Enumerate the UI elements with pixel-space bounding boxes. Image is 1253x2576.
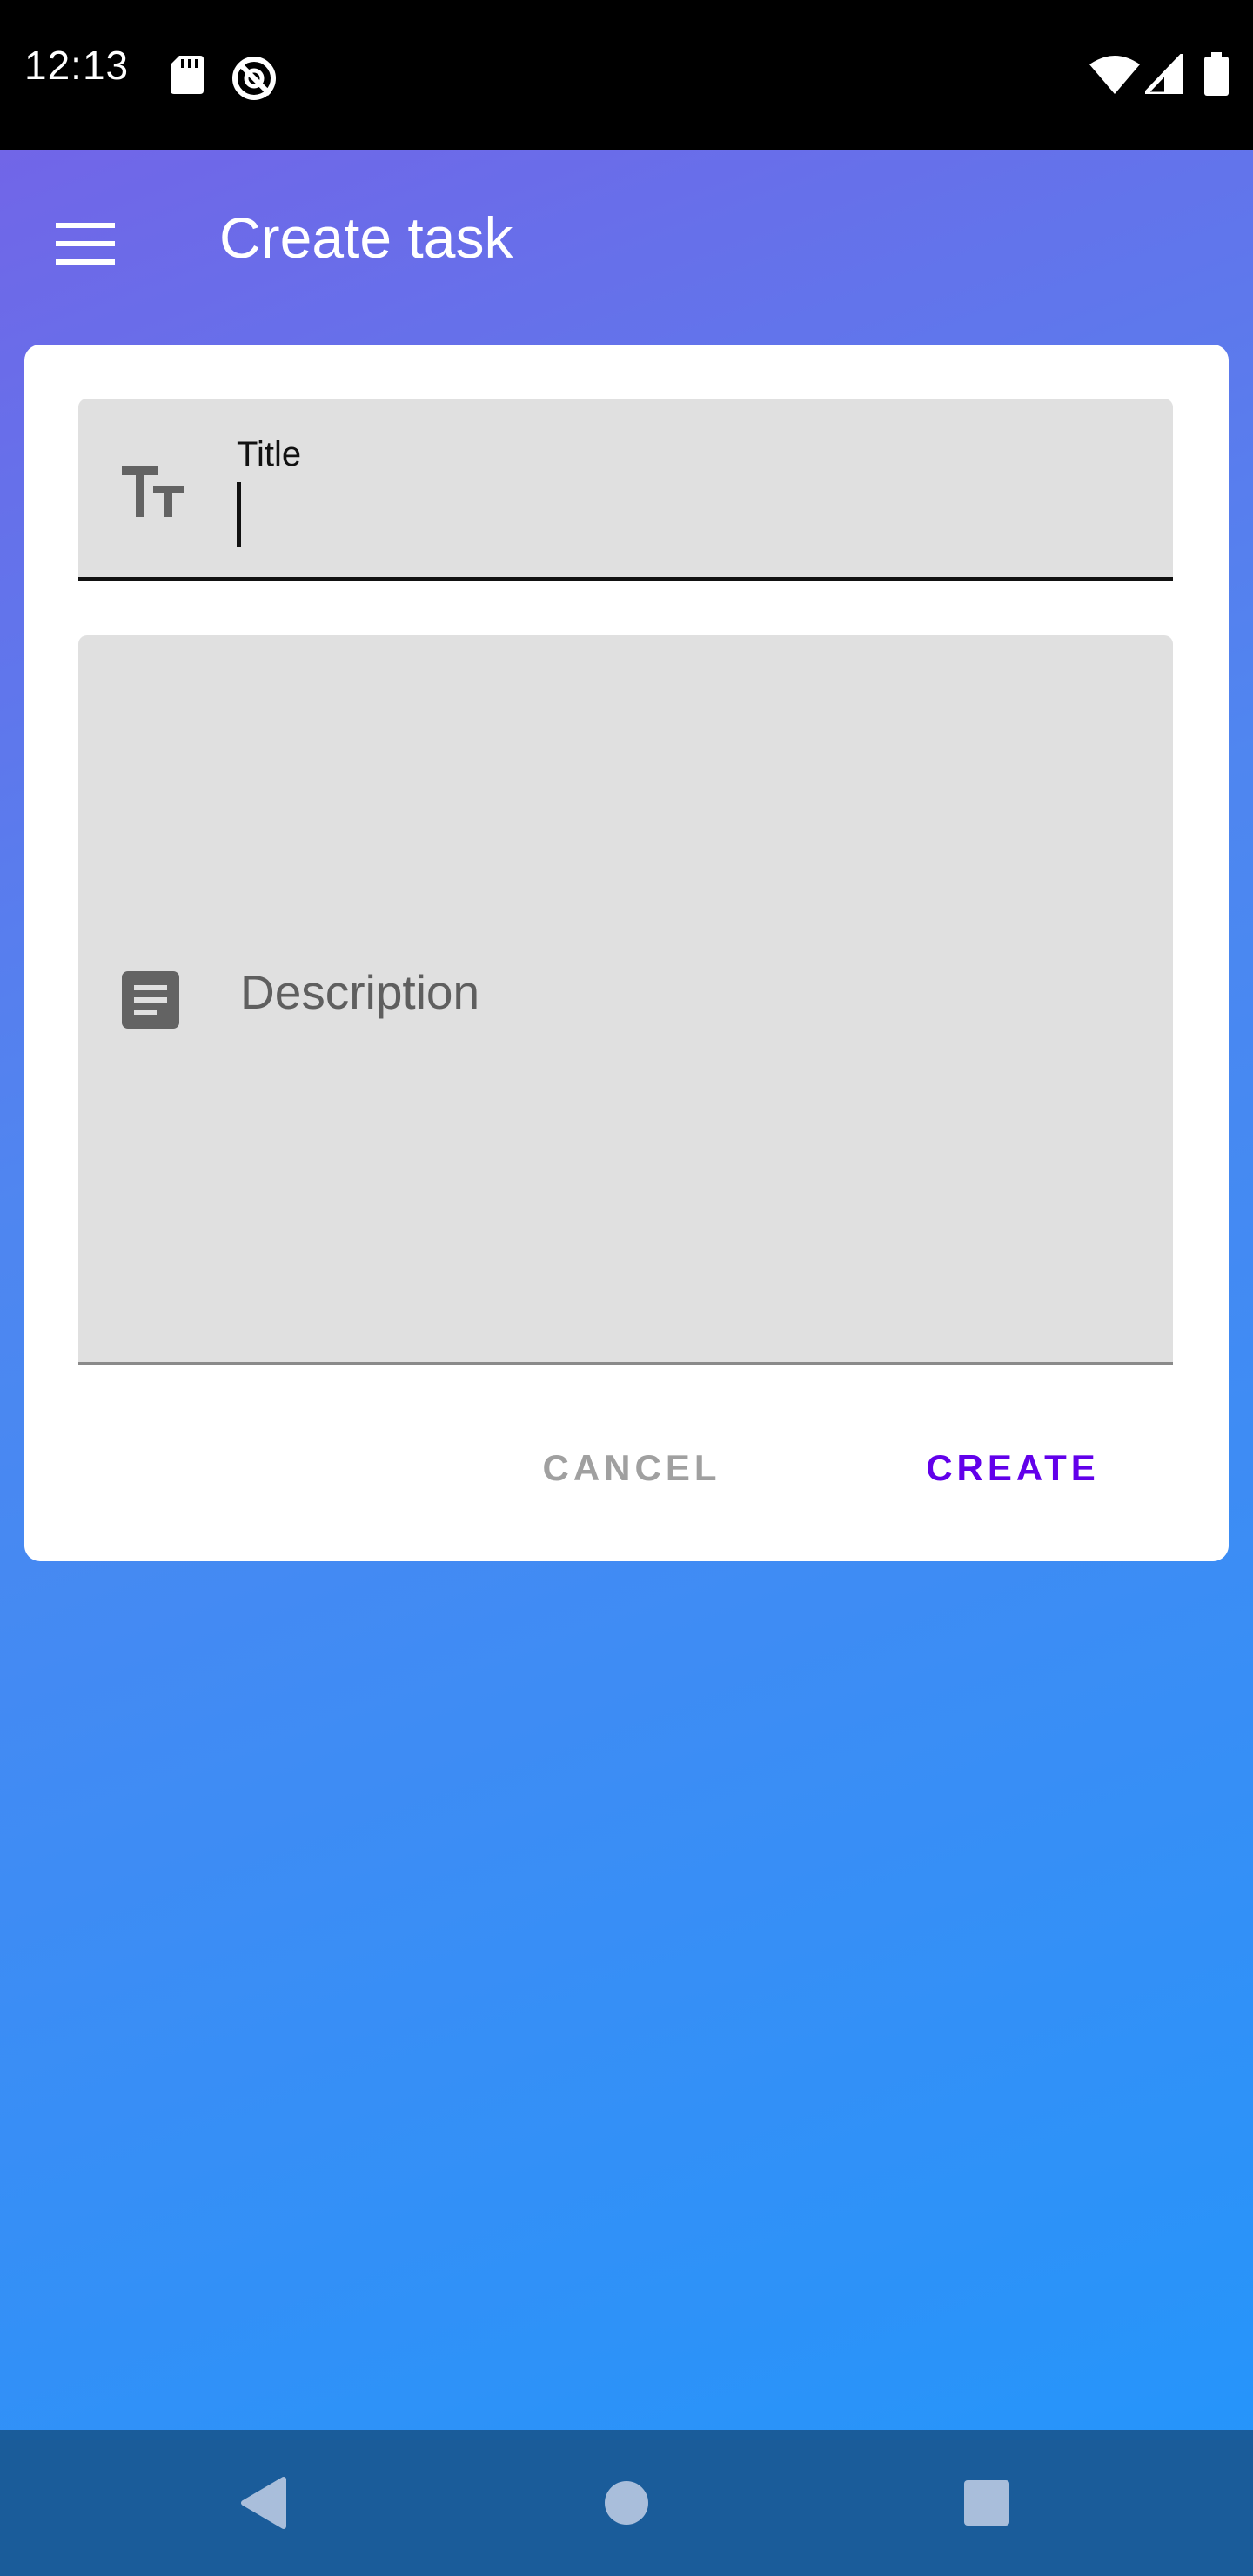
- menu-button[interactable]: [44, 202, 127, 285]
- create-task-card: Title CANCEL CREATE: [24, 345, 1229, 1561]
- home-circle-icon: [605, 2481, 648, 2525]
- cancel-button[interactable]: CANCEL: [501, 1429, 762, 1507]
- notes-icon: [122, 971, 179, 1029]
- app-bar: Create task: [0, 150, 1253, 324]
- status-time: 12:13: [24, 43, 130, 88]
- sd-card-icon: [171, 56, 204, 94]
- description-field[interactable]: [78, 635, 1173, 1365]
- back-button[interactable]: [219, 2459, 306, 2546]
- recents-square-icon: [964, 2480, 1009, 2526]
- status-bar: 12:13: [0, 0, 1253, 150]
- navigation-bar: [0, 2430, 1253, 2576]
- battery-icon: [1204, 52, 1229, 96]
- title-input[interactable]: [235, 481, 1145, 551]
- create-button[interactable]: CREATE: [874, 1429, 1152, 1507]
- home-button[interactable]: [583, 2459, 670, 2546]
- back-triangle-icon: [241, 2477, 286, 2529]
- text-caret: [237, 482, 241, 547]
- menu-icon: [56, 223, 115, 265]
- title-field[interactable]: Title: [78, 399, 1173, 581]
- page-title: Create task: [219, 205, 513, 270]
- title-label: Title: [237, 435, 302, 473]
- recents-button[interactable]: [943, 2459, 1030, 2546]
- privacy-indicator-icon: [232, 57, 276, 100]
- wifi-icon: [1089, 56, 1140, 94]
- description-input[interactable]: [235, 957, 1145, 1027]
- cellular-signal-icon: [1145, 54, 1183, 94]
- text-size-icon: [122, 466, 184, 517]
